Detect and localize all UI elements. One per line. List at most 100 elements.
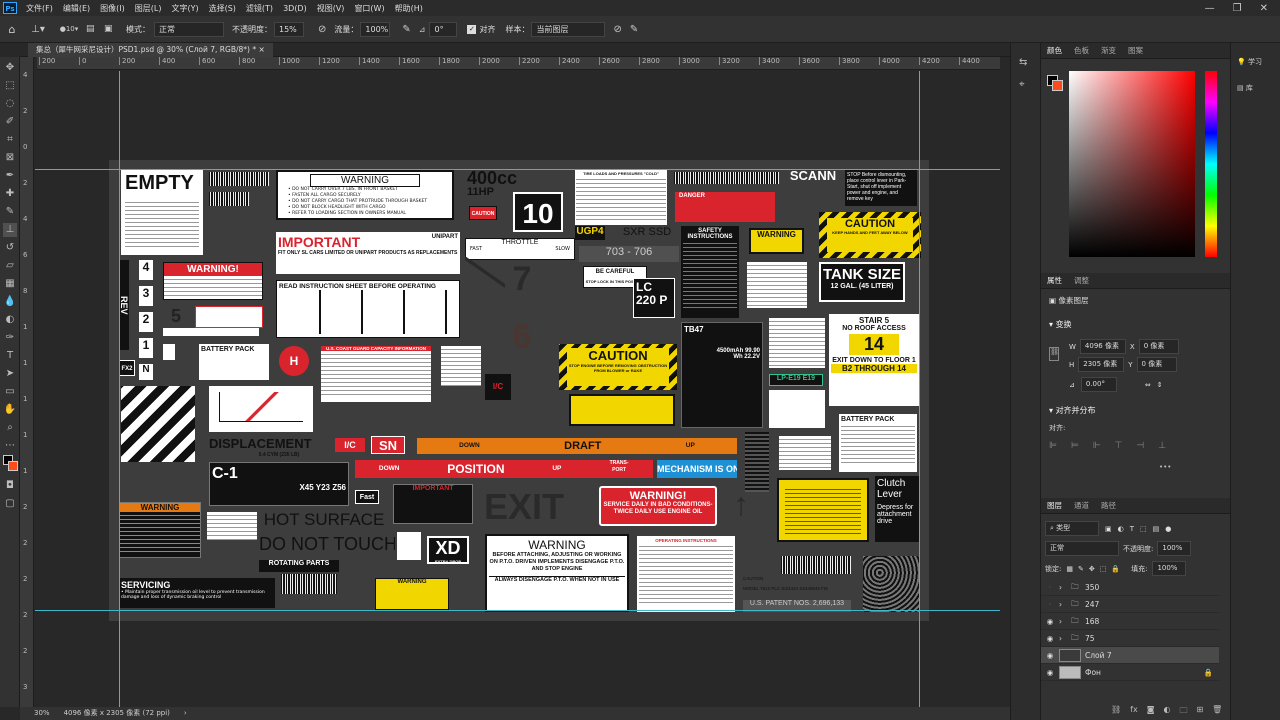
expand-icon[interactable]: ›: [1059, 583, 1071, 592]
close-button[interactable]: ✕: [1260, 3, 1268, 14]
eraser-tool-icon[interactable]: ▱: [3, 259, 17, 273]
rectangle-tool-icon[interactable]: ▭: [3, 385, 17, 399]
history-brush-tool-icon[interactable]: ↺: [3, 241, 17, 255]
pressure-size-icon[interactable]: ✎: [630, 24, 638, 35]
menu-image[interactable]: 图像(I): [95, 3, 130, 14]
filter-type-icon[interactable]: T: [1130, 525, 1134, 533]
mode-select[interactable]: 正常: [154, 21, 224, 37]
menu-file[interactable]: 文件(F): [21, 3, 58, 14]
guide-vertical-left[interactable]: [119, 71, 120, 707]
filter-pixel-icon[interactable]: ▣: [1105, 525, 1112, 533]
zoom-tool-icon[interactable]: ⌕: [3, 421, 17, 435]
angle-input[interactable]: 0°: [429, 21, 458, 37]
new-layer-icon[interactable]: ⊞: [1196, 705, 1203, 719]
brush-preset[interactable]: ●10▾: [52, 25, 86, 33]
tab-patterns[interactable]: 图案: [1122, 45, 1149, 56]
align-top-icon[interactable]: ⊤: [1115, 441, 1123, 451]
fill-input[interactable]: 100%: [1152, 561, 1187, 576]
color-picker-field[interactable]: [1069, 71, 1195, 257]
visibility-icon[interactable]: ◉: [1041, 651, 1059, 660]
gradient-tool-icon[interactable]: ▦: [3, 277, 17, 291]
align-left-icon[interactable]: ⊫: [1049, 441, 1057, 451]
tab-swatches[interactable]: 色板: [1068, 45, 1095, 56]
path-select-tool-icon[interactable]: ➤: [3, 367, 17, 381]
expand-icon[interactable]: ›: [1059, 600, 1071, 609]
opacity-input[interactable]: 15%: [274, 21, 304, 37]
layer-kind-filter[interactable]: ⌕ 类型: [1045, 521, 1099, 536]
layer-row[interactable]: ◉ Фон 🔒: [1041, 664, 1219, 681]
healing-tool-icon[interactable]: ✚: [3, 187, 17, 201]
menu-window[interactable]: 窗口(W): [349, 3, 389, 14]
clone-stamp-icon[interactable]: ⊥▾: [24, 24, 52, 35]
marquee-tool-icon[interactable]: ⬚: [3, 79, 17, 93]
menu-help[interactable]: 帮助(H): [390, 3, 428, 14]
brush-panel-icon[interactable]: ▤: [86, 24, 104, 34]
visibility-icon[interactable]: ·: [1041, 583, 1059, 592]
delete-layer-icon[interactable]: 🗑: [1212, 705, 1222, 719]
lock-all-icon[interactable]: 🔒: [1111, 565, 1120, 573]
home-icon[interactable]: ⌂: [0, 23, 24, 36]
background-color-swatch[interactable]: [8, 461, 18, 471]
more-options-button[interactable]: •••: [1159, 463, 1171, 471]
minimize-button[interactable]: —: [1205, 3, 1215, 14]
move-tool-icon[interactable]: ✥: [3, 61, 17, 75]
pen-tool-icon[interactable]: ✑: [3, 331, 17, 345]
flow-input[interactable]: 100%: [360, 21, 391, 37]
menu-filter[interactable]: 滤镜(T): [241, 3, 278, 14]
visibility-icon[interactable]: ·: [1041, 600, 1059, 609]
type-tool-icon[interactable]: T: [3, 349, 17, 363]
menu-select[interactable]: 选择(S): [204, 3, 241, 14]
opacity-pressure-icon[interactable]: ⊘: [318, 24, 326, 35]
tab-close-icon[interactable]: ×: [258, 45, 264, 54]
layer-row-selected[interactable]: ◉ Слой 7: [1041, 647, 1219, 664]
dodge-tool-icon[interactable]: ◐: [3, 313, 17, 327]
airbrush-icon[interactable]: ✎: [402, 24, 410, 35]
brush-settings-icon[interactable]: ⌖: [1019, 79, 1025, 90]
brush-tool-icon[interactable]: ✎: [3, 205, 17, 219]
align-vcenter-icon[interactable]: ⊣: [1136, 441, 1144, 451]
lock-paint-icon[interactable]: ✎: [1078, 565, 1084, 573]
link-icon[interactable]: ⛓: [1049, 347, 1059, 361]
tab-color[interactable]: 颜色: [1041, 45, 1068, 56]
menu-type[interactable]: 文字(Y): [166, 3, 203, 14]
maximize-button[interactable]: ❐: [1233, 3, 1242, 14]
align-hcenter-icon[interactable]: ⊨: [1071, 441, 1079, 451]
guide-vertical-right[interactable]: [919, 71, 920, 707]
y-input[interactable]: 0 像素: [1136, 357, 1177, 372]
align-right-icon[interactable]: ⊩: [1093, 441, 1101, 451]
menu-layer[interactable]: 图层(L): [130, 3, 167, 14]
quick-mask-icon[interactable]: ◘: [3, 479, 17, 493]
history-panel-icon[interactable]: ⇆: [1019, 57, 1027, 68]
mask-icon[interactable]: ◙: [1147, 705, 1155, 719]
tab-channels[interactable]: 通道: [1068, 500, 1095, 511]
lock-artboard-icon[interactable]: ⬚: [1100, 565, 1107, 573]
menu-view[interactable]: 视图(V): [312, 3, 350, 14]
new-group-icon[interactable]: 🗀: [1179, 705, 1187, 719]
tab-adjustments[interactable]: 调整: [1068, 275, 1095, 286]
document-canvas[interactable]: EMPTY WARNING • DO NOT CARRY OVER 7 LBS.…: [109, 160, 929, 621]
sample-select[interactable]: 当前图层: [531, 21, 606, 37]
w-input[interactable]: 4096 像素: [1079, 339, 1126, 354]
flip-h-icon[interactable]: ⇔: [1145, 381, 1151, 389]
lock-pixels-icon[interactable]: ▦: [1066, 565, 1073, 573]
eyedropper-tool-icon[interactable]: ✒: [3, 169, 17, 183]
tab-gradients[interactable]: 渐变: [1095, 45, 1122, 56]
layer-row[interactable]: · › 🗀 350: [1041, 579, 1219, 596]
lasso-tool-icon[interactable]: ◌: [3, 97, 17, 111]
filter-toggle-icon[interactable]: ●: [1165, 525, 1171, 533]
menu-3d[interactable]: 3D(D): [278, 4, 312, 13]
align-bottom-icon[interactable]: ⊥: [1158, 441, 1166, 451]
blend-mode-select[interactable]: 正常: [1045, 541, 1119, 556]
filter-adjust-icon[interactable]: ◐: [1118, 525, 1124, 533]
frame-tool-icon[interactable]: ⊠: [3, 151, 17, 165]
guide-horizontal-bottom[interactable]: [35, 610, 1000, 611]
link-layers-icon[interactable]: ⛓: [1111, 705, 1121, 719]
layer-row[interactable]: ◉ › 🗀 75: [1041, 630, 1219, 647]
tab-properties[interactable]: 属性: [1041, 275, 1068, 286]
zoom-level[interactable]: 30%: [34, 707, 50, 720]
clone-source-icon[interactable]: ▣: [104, 24, 122, 34]
expand-icon[interactable]: ›: [1059, 617, 1071, 626]
filter-shape-icon[interactable]: ⬚: [1140, 525, 1147, 533]
screen-mode-icon[interactable]: ▢: [3, 497, 17, 511]
blur-tool-icon[interactable]: 💧: [3, 295, 17, 309]
